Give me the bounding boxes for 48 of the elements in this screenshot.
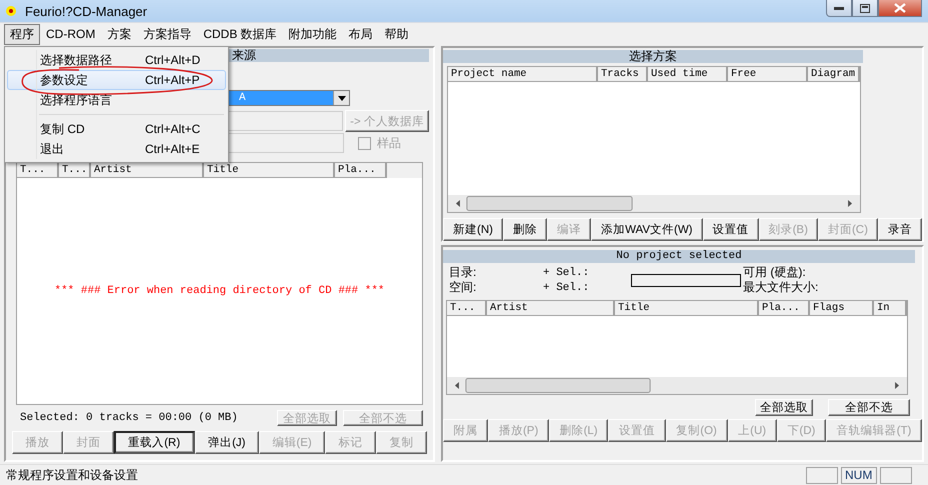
info-label: 目录:: [449, 264, 478, 281]
minimize-button[interactable]: [826, 0, 852, 17]
horizontal-scrollbar[interactable]: [447, 377, 907, 394]
toolbar-button[interactable]: 重载入(R): [114, 431, 195, 454]
info-label: 最大文件大小:: [743, 279, 820, 296]
menu-item[interactable]: 退出 Ctrl+Alt+E: [7, 139, 226, 159]
info-label: 可用 (硬盘):: [743, 264, 807, 281]
panel-header: 选择方案: [443, 50, 863, 63]
menu-item[interactable]: 选择程序语言: [7, 90, 226, 110]
panel-header: No project selected: [443, 250, 915, 263]
menu-title[interactable]: 程序: [4, 24, 40, 44]
select-button[interactable]: 全部不选: [828, 399, 910, 416]
minimize-icon: [834, 6, 844, 10]
info-label: + Sel.:: [543, 266, 590, 278]
menu-title[interactable]: CDDB 数据库: [197, 24, 283, 44]
menu-title[interactable]: 附加功能: [282, 24, 343, 44]
menu-item[interactable]: 参数设定 Ctrl+Alt+P: [7, 70, 226, 90]
dropdown-arrow-icon: [338, 96, 346, 100]
toolbar-button[interactable]: 新建(N): [443, 218, 503, 241]
window-title: Feurio!?CD-Manager: [25, 4, 148, 18]
horizontal-scrollbar[interactable]: [448, 195, 860, 212]
error-message: *** ### Error when reading directory of CD ### ***: [54, 285, 385, 297]
toolbar-button[interactable]: 删除: [503, 218, 548, 241]
menu-title[interactable]: CD-ROM: [40, 25, 102, 43]
menu-title[interactable]: 布局: [342, 24, 379, 44]
selection-summary: Selected: 0 tracks = 00:00 (0 MB): [20, 412, 238, 424]
column-header[interactable]: Pla...: [335, 163, 387, 178]
status-panel: [880, 466, 912, 484]
app-icon: [6, 6, 16, 16]
info-label: + Sel.:: [543, 282, 590, 294]
close-icon: [894, 3, 906, 13]
toolbar-button[interactable]: 设置值: [702, 218, 759, 241]
maximize-button[interactable]: [852, 0, 878, 17]
select-button[interactable]: 全部选取: [755, 399, 813, 416]
close-button[interactable]: [878, 0, 922, 17]
menu-item[interactable]: 复制 CD Ctrl+Alt+C: [7, 119, 226, 139]
toolbar-button[interactable]: 弹出(J): [194, 431, 259, 454]
info-label: 空间:: [449, 279, 478, 296]
menu-title[interactable]: 帮助: [378, 24, 415, 44]
menu-title[interactable]: 方案: [101, 24, 138, 44]
toolbar-button[interactable]: 录音: [878, 218, 922, 241]
checkbox-label: 样品: [377, 134, 401, 152]
menu-title[interactable]: 方案指导: [137, 24, 198, 44]
maximize-icon: [860, 4, 870, 12]
status-panel: [806, 466, 838, 484]
status-indicator: NUM: [841, 466, 877, 484]
status-message: 常规程序设置和设备设置: [6, 466, 138, 484]
toolbar-button[interactable]: 添加WAV文件(W): [591, 218, 703, 241]
